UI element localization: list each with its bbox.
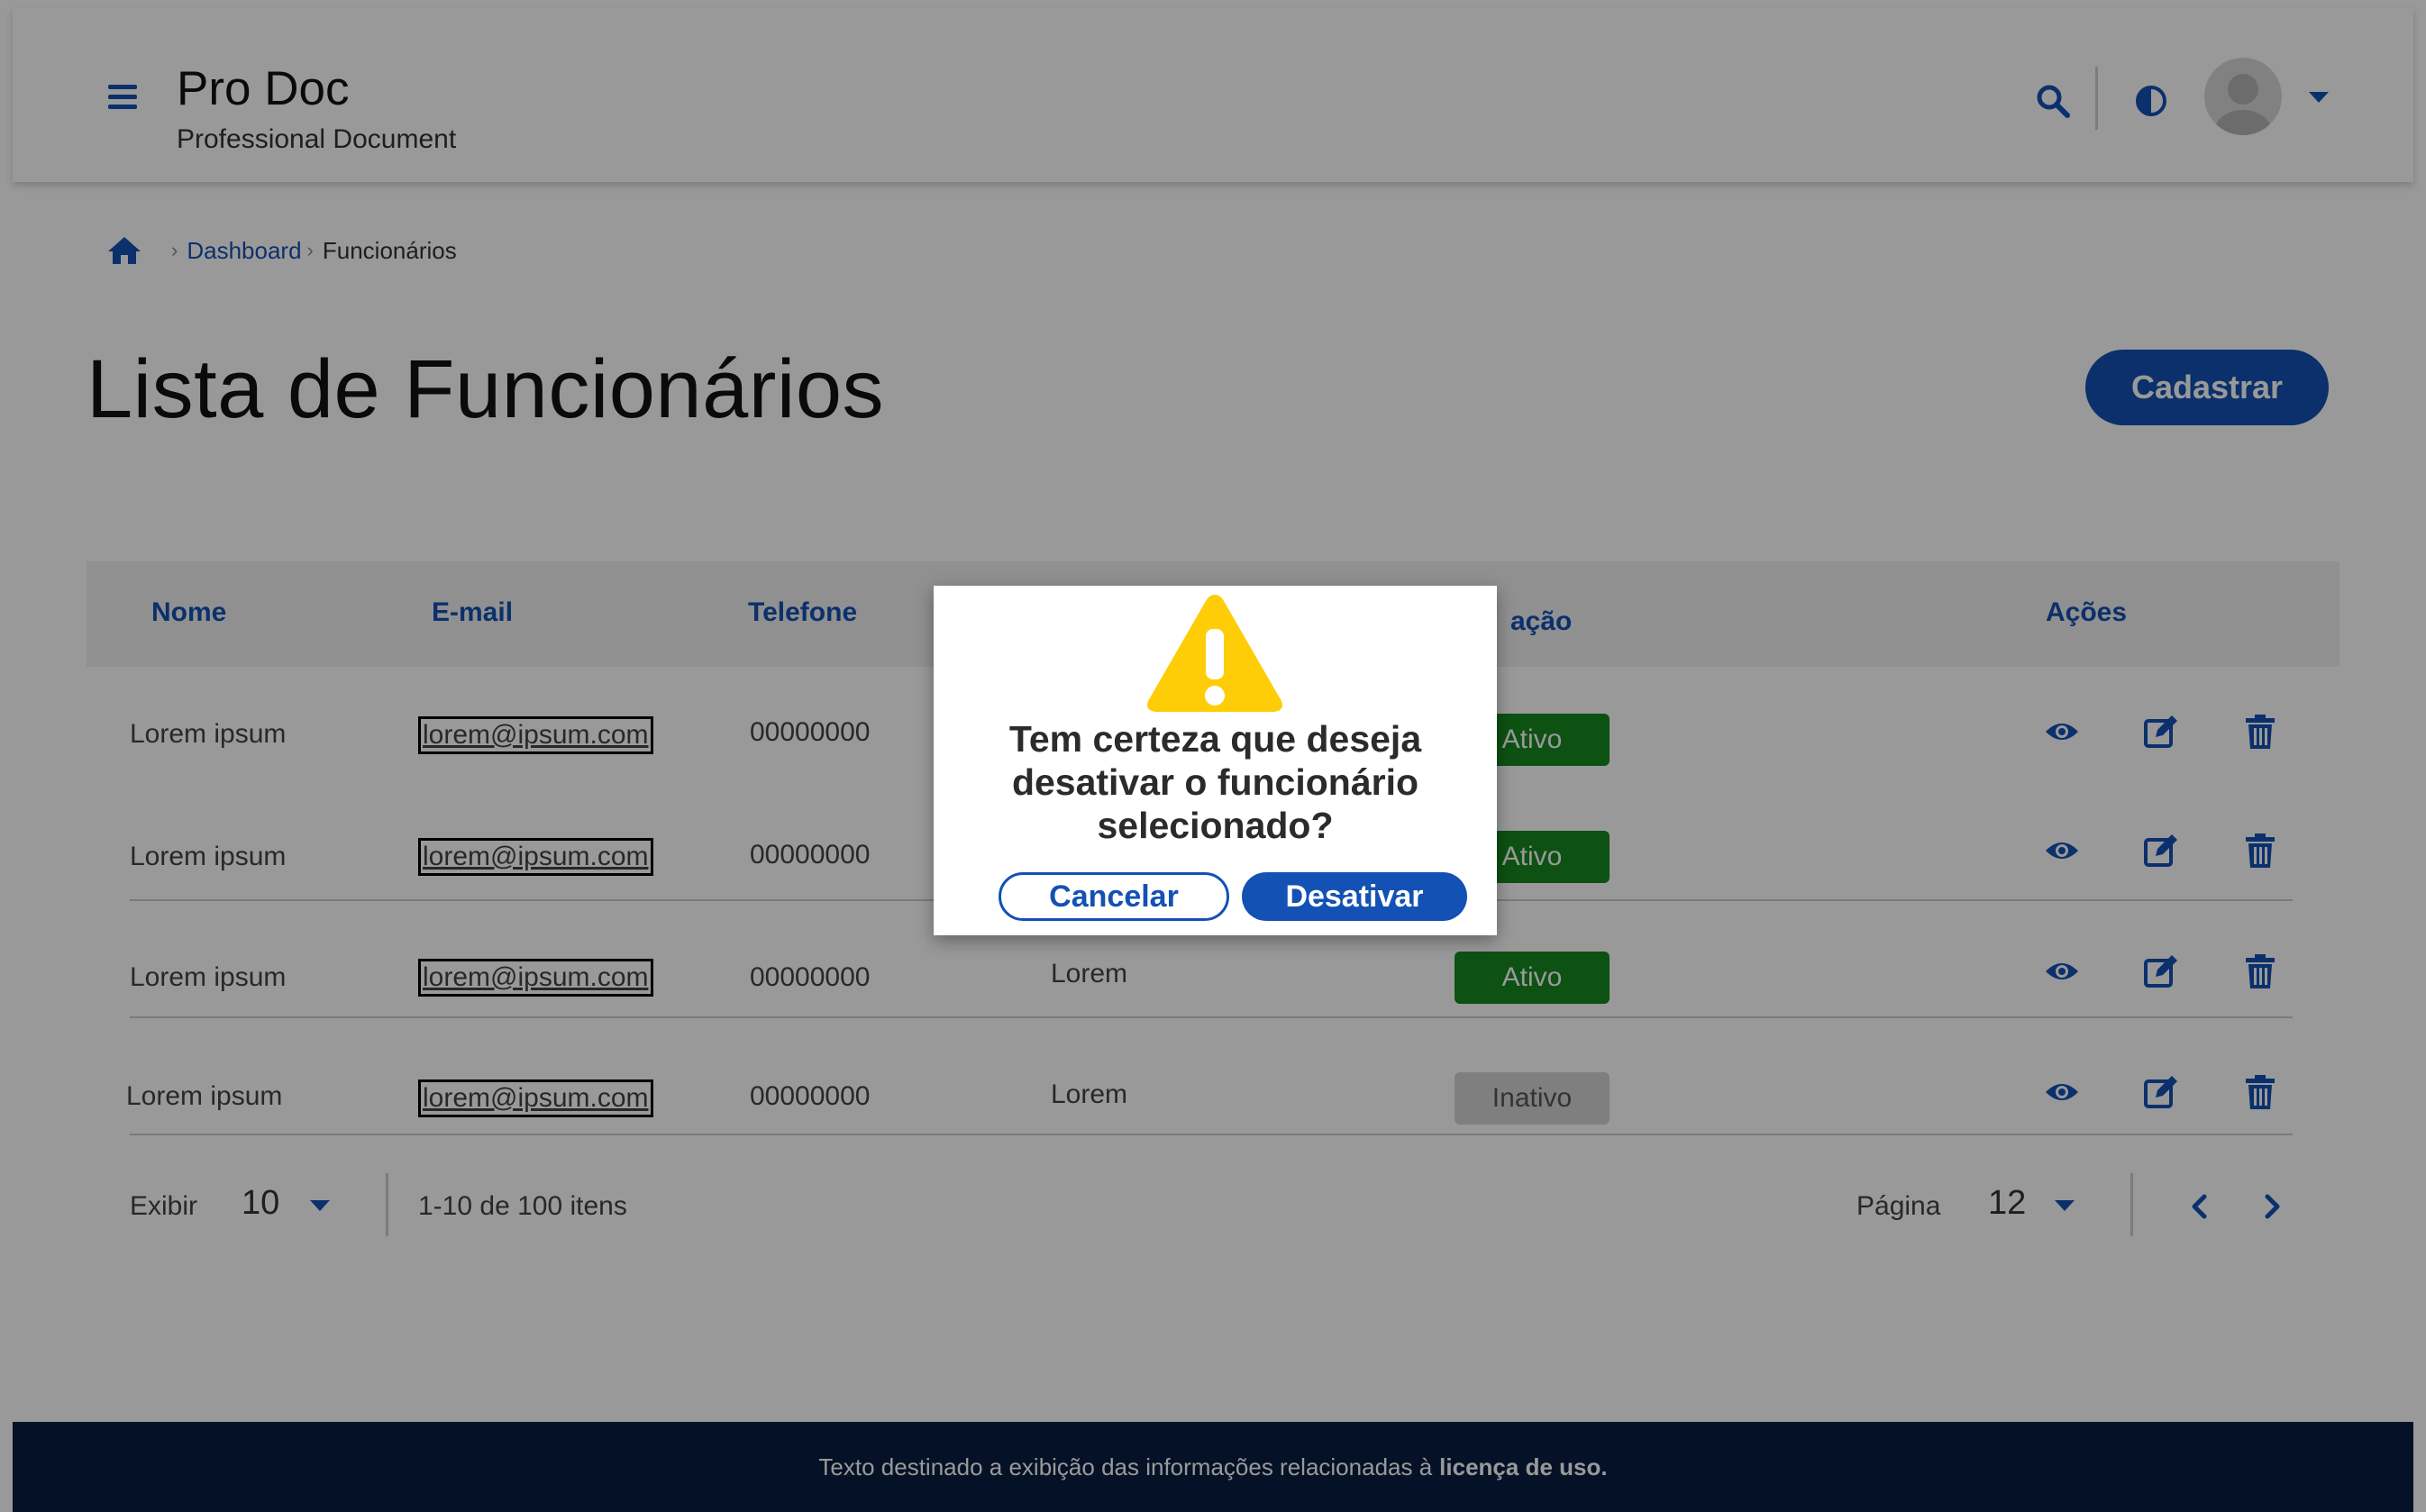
deactivate-button[interactable]: Desativar bbox=[1242, 872, 1467, 921]
cancel-button[interactable]: Cancelar bbox=[999, 872, 1229, 921]
modal-message: Tem certeza que deseja desativar o funci… bbox=[1008, 718, 1422, 846]
warning-icon bbox=[1147, 595, 1282, 712]
confirm-modal: Tem certeza que deseja desativar o funci… bbox=[934, 586, 1497, 935]
